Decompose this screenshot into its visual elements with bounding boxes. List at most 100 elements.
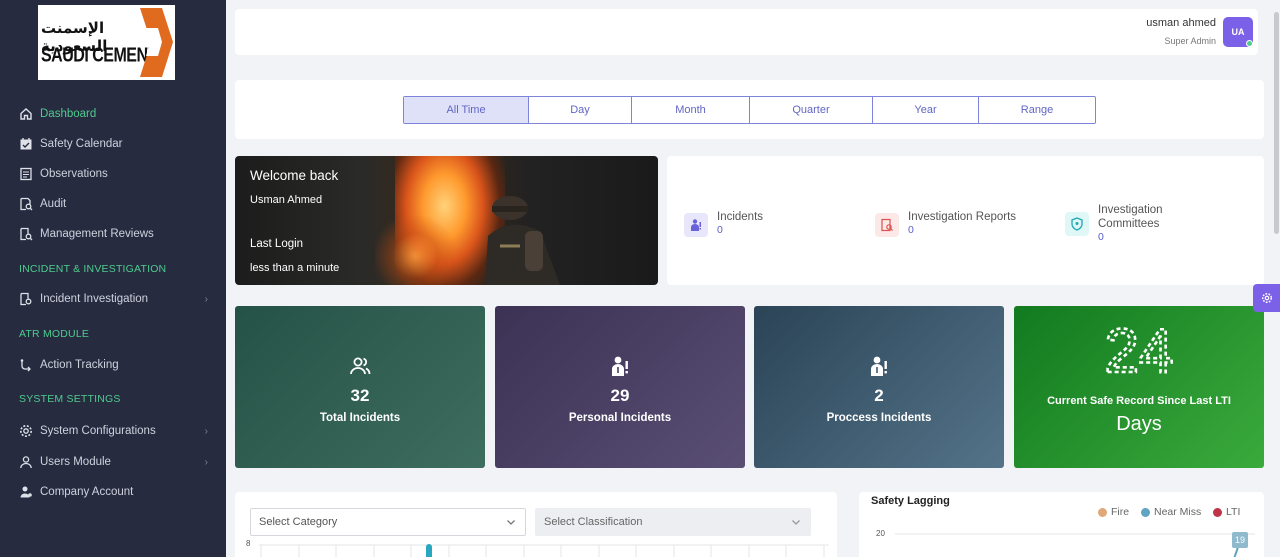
sidebar-item-label: System Configurations xyxy=(40,425,156,437)
chart-y-tick: 8 xyxy=(246,539,251,548)
chart-title: Safety Lagging xyxy=(871,495,950,507)
section-incident-investigation: INCIDENT & INVESTIGATION xyxy=(19,263,167,275)
sidebar-item-label: Dashboard xyxy=(40,108,97,120)
report-search-icon xyxy=(875,213,899,237)
period-option-range[interactable]: Range xyxy=(979,97,1095,123)
classification-select[interactable]: Select Classification xyxy=(535,508,811,536)
stat-value: 32 xyxy=(350,386,370,405)
scrollbar-thumb[interactable] xyxy=(1274,12,1279,234)
period-option-year[interactable]: Year xyxy=(873,97,979,123)
legend-near-miss[interactable]: Near Miss xyxy=(1141,506,1201,518)
summary-label: Investigation Committees xyxy=(1098,204,1163,230)
sidebar-item-label: Incident Investigation xyxy=(40,293,149,305)
incident-chart-grid xyxy=(259,544,829,557)
sidebar-item-incident-investigation[interactable]: Incident Investigation › xyxy=(19,289,214,309)
logo-mark-icon xyxy=(140,8,173,77)
chart-y-tick: 20 xyxy=(876,529,885,538)
summary-incidents[interactable]: Incidents 0 xyxy=(684,210,763,237)
incident-chart-card: Select Category Select Classification 8 xyxy=(235,492,837,557)
stat-value: 2 xyxy=(874,386,884,405)
page-scrollbar[interactable] xyxy=(1273,0,1280,557)
chevron-right-icon: › xyxy=(204,456,208,468)
stat-label: Proccess Incidents xyxy=(826,412,932,424)
summary-label: Incidents xyxy=(717,211,764,223)
period-option-month[interactable]: Month xyxy=(632,97,750,123)
safe-record-unit: Days xyxy=(1116,413,1162,435)
sidebar-item-users-module[interactable]: Users Module › xyxy=(19,452,214,472)
summary-value: 0 xyxy=(717,224,723,236)
period-filter-card: All Time Day Month Quarter Year Range xyxy=(235,80,1264,139)
summary-label: Investigation Reports xyxy=(908,211,1017,223)
tracking-icon xyxy=(19,358,33,372)
stat-safe-record[interactable]: 24 Current Safe Record Since Last LTI Da… xyxy=(1014,306,1264,468)
sidebar-item-label: Safety Calendar xyxy=(40,138,123,150)
investigation-icon xyxy=(19,292,33,306)
sidebar-item-action-tracking[interactable]: Action Tracking xyxy=(19,355,214,375)
sidebar-item-system-configurations[interactable]: System Configurations › xyxy=(19,421,214,441)
welcome-banner: Welcome back Usman Ahmed Last Login less… xyxy=(235,156,658,285)
settings-fab-button[interactable] xyxy=(1253,284,1280,312)
stat-personal-incidents[interactable]: 29 Personal Incidents xyxy=(495,306,745,468)
legend-lti[interactable]: LTI xyxy=(1213,506,1240,518)
sidebar-item-safety-calendar[interactable]: Safety Calendar xyxy=(19,134,214,154)
company-icon xyxy=(19,485,33,499)
person-alert-icon xyxy=(495,354,745,378)
safe-record-label: Current Safe Record Since Last LTI xyxy=(1047,395,1231,407)
summary-value: 0 xyxy=(908,224,914,236)
period-segmented-control: All Time Day Month Quarter Year Range xyxy=(403,96,1096,124)
legend-label: LTI xyxy=(1226,506,1241,518)
safe-record-days-count: 24 xyxy=(1014,320,1264,380)
gear-icon xyxy=(19,424,33,438)
period-option-all-time[interactable]: All Time xyxy=(404,97,529,123)
lagging-chart-area xyxy=(895,533,1255,557)
chevron-down-icon xyxy=(790,516,802,531)
stat-label: Personal Incidents xyxy=(568,412,672,424)
safety-lagging-card: Safety Lagging Fire Near Miss LTI 20 19 xyxy=(859,492,1264,557)
sidebar-item-audit[interactable]: Audit xyxy=(19,194,214,214)
category-select[interactable]: Select Category xyxy=(250,508,526,536)
audit-icon xyxy=(19,197,33,211)
user-role: Super Admin xyxy=(1164,36,1216,46)
top-header: usman ahmed Super Admin UA xyxy=(235,9,1258,55)
legend-fire[interactable]: Fire xyxy=(1098,506,1129,518)
online-status-dot xyxy=(1246,40,1253,47)
period-option-day[interactable]: Day xyxy=(529,97,632,123)
stat-value: 29 xyxy=(610,386,630,405)
sidebar-item-company-account[interactable]: Company Account xyxy=(19,482,214,502)
stat-process-incidents[interactable]: 2 Proccess Incidents xyxy=(754,306,1004,468)
company-logo[interactable]: الإسمنت السعودية SAUDI CEMENT xyxy=(38,5,175,80)
summary-investigation-reports[interactable]: Investigation Reports 0 xyxy=(875,210,1016,237)
sidebar-item-label: Management Reviews xyxy=(40,228,154,240)
last-login-label: Last Login xyxy=(250,238,304,250)
firefighter-image xyxy=(485,196,560,285)
sidebar-item-label: Audit xyxy=(40,198,67,210)
sidebar-item-observations[interactable]: Observations xyxy=(19,164,214,184)
sidebar-item-dashboard[interactable]: Dashboard xyxy=(19,104,214,124)
welcome-user-name: Usman Ahmed xyxy=(250,194,323,206)
chevron-right-icon: › xyxy=(204,425,208,437)
sidebar: الإسمنت السعودية SAUDI CEMENT Dashboard … xyxy=(0,0,226,557)
chevron-right-icon: › xyxy=(204,293,208,305)
summary-investigation-committees[interactable]: Investigation Committees 0 xyxy=(1065,203,1188,243)
legend-dot xyxy=(1098,507,1107,517)
welcome-title: Welcome back xyxy=(250,168,339,183)
gear-icon xyxy=(1261,292,1272,304)
sidebar-item-management-reviews[interactable]: Management Reviews xyxy=(19,224,214,244)
legend-dot xyxy=(1141,507,1150,517)
period-option-quarter[interactable]: Quarter xyxy=(750,97,873,123)
document-icon xyxy=(19,167,33,181)
users-icon xyxy=(235,354,485,378)
person-alert-icon xyxy=(754,354,1004,378)
stat-total-incidents[interactable]: 32 Total Incidents xyxy=(235,306,485,468)
summary-card: Incidents 0 Investigation Reports 0 Inve… xyxy=(667,156,1264,285)
last-login-value: less than a minute xyxy=(250,262,340,274)
review-icon xyxy=(19,227,33,241)
shield-icon xyxy=(1065,212,1089,236)
calendar-check-icon xyxy=(19,137,33,151)
legend-label: Near Miss xyxy=(1154,506,1202,518)
user-name[interactable]: usman ahmed xyxy=(1146,17,1216,29)
fire-glow-image xyxy=(375,216,455,285)
sidebar-item-label: Observations xyxy=(40,168,108,180)
chart-data-label: 19 xyxy=(1232,532,1248,548)
chevron-down-icon xyxy=(505,516,517,531)
